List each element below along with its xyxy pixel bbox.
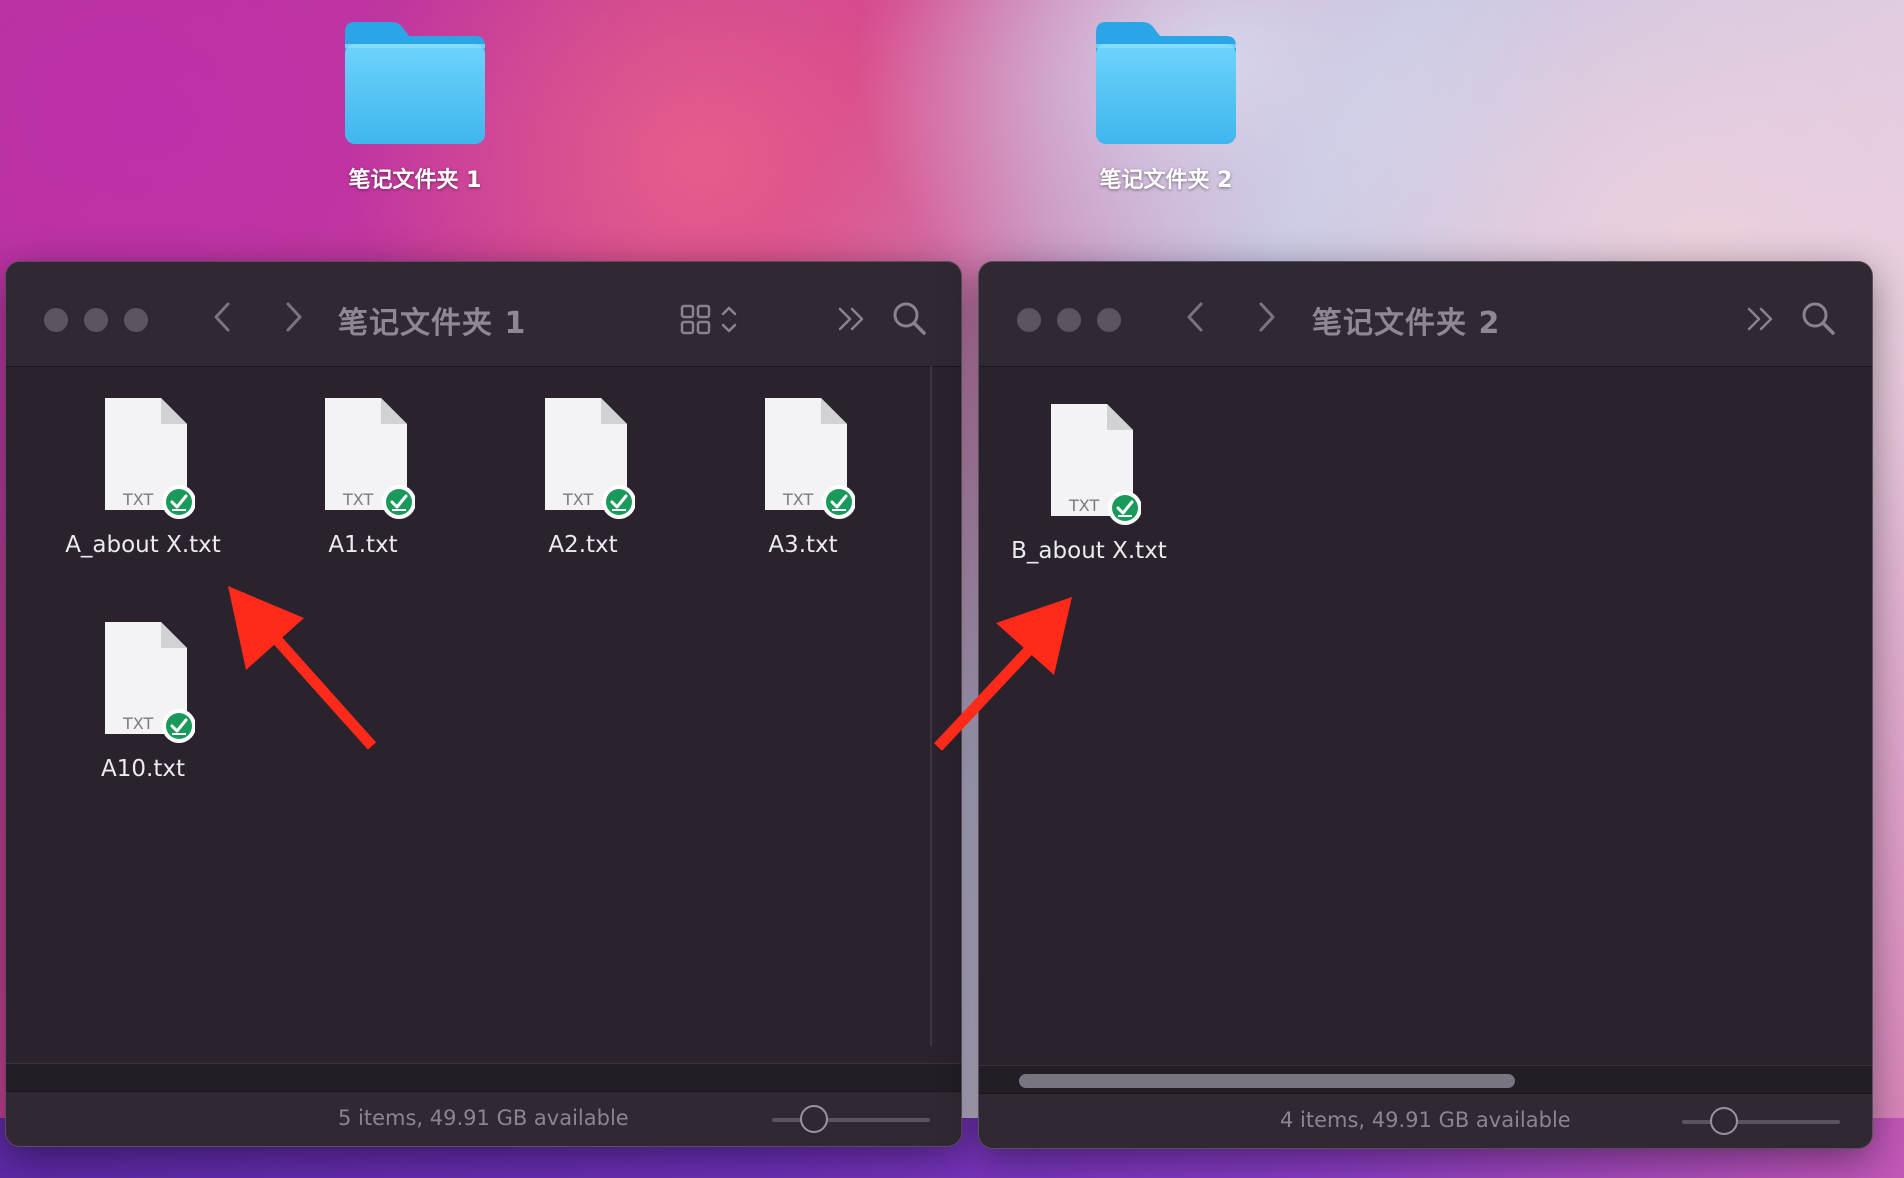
icon-size-slider[interactable]	[1682, 1120, 1840, 1124]
file-name: A1.txt	[328, 532, 398, 558]
search-icon[interactable]	[1797, 294, 1841, 344]
close-button[interactable]	[44, 308, 68, 332]
window-title: 笔记文件夹 2	[1312, 306, 1501, 341]
synced-checkmark-icon	[1108, 491, 1142, 525]
synced-checkmark-icon	[162, 709, 196, 743]
desktop-folder-2[interactable]: 笔记文件夹 2	[1081, 18, 1251, 194]
icon-grid-view-icon[interactable]	[678, 294, 748, 344]
folder-icon	[345, 22, 485, 144]
finder-window-1[interactable]: 笔记文件夹 1 TXT A_about X.txt TXT A1.txt TXT…	[6, 262, 961, 1146]
horizontal-scroll-area[interactable]	[6, 1063, 961, 1092]
file-type-label: TXT	[1069, 496, 1100, 515]
zoom-button[interactable]	[124, 308, 148, 332]
double-chevron-right-icon[interactable]	[1741, 294, 1781, 344]
file-type-label: TXT	[563, 490, 594, 509]
file-item[interactable]: TXT B_about X.txt	[979, 402, 1199, 564]
horizontal-scroll-area[interactable]	[979, 1065, 1872, 1094]
file-item[interactable]: TXT A_about X.txt	[33, 396, 253, 558]
minimize-button[interactable]	[84, 308, 108, 332]
annotation-arrow-left	[228, 586, 377, 750]
file-type-label: TXT	[343, 490, 374, 509]
folder-icon	[1096, 22, 1236, 144]
desktop-folder-label: 笔记文件夹 1	[348, 168, 482, 193]
file-type-label: TXT	[123, 714, 154, 733]
file-name: B_about X.txt	[1011, 538, 1167, 564]
status-bar: 4 items, 49.91 GB available	[979, 1093, 1872, 1148]
file-name: A3.txt	[768, 532, 838, 558]
synced-checkmark-icon	[382, 485, 416, 519]
status-bar: 5 items, 49.91 GB available	[6, 1091, 961, 1146]
chevron-right-icon[interactable]	[1247, 292, 1287, 342]
finder-window-2[interactable]: 笔记文件夹 2 TXT B_about X.txt 4 items, 49.91…	[979, 262, 1872, 1148]
file-item[interactable]: TXT A2.txt	[473, 396, 693, 558]
file-name: A2.txt	[548, 532, 618, 558]
window-toolbar: 笔记文件夹 1	[6, 262, 961, 367]
synced-checkmark-icon	[602, 485, 636, 519]
synced-checkmark-icon	[822, 485, 856, 519]
window-toolbar: 笔记文件夹 2	[979, 262, 1872, 367]
window-title: 笔记文件夹 1	[338, 306, 527, 341]
icon-size-slider-knob[interactable]	[800, 1105, 828, 1133]
file-item[interactable]: TXT A3.txt	[693, 396, 913, 558]
desktop-folder-1[interactable]: 笔记文件夹 1	[330, 18, 500, 194]
icon-size-slider-knob[interactable]	[1710, 1107, 1738, 1135]
file-item[interactable]: TXT A1.txt	[253, 396, 473, 558]
desktop-folder-label: 笔记文件夹 2	[1099, 168, 1233, 193]
status-text: 4 items, 49.91 GB available	[1280, 1108, 1571, 1132]
search-icon[interactable]	[888, 294, 932, 344]
synced-checkmark-icon	[162, 485, 196, 519]
icon-size-slider[interactable]	[772, 1118, 930, 1122]
chevron-left-icon[interactable]	[202, 292, 242, 342]
zoom-button[interactable]	[1097, 308, 1121, 332]
file-type-label: TXT	[123, 490, 154, 509]
annotation-arrow-right	[933, 597, 1072, 751]
close-button[interactable]	[1017, 308, 1041, 332]
file-type-label: TXT	[783, 490, 814, 509]
status-text: 5 items, 49.91 GB available	[338, 1106, 629, 1130]
chevron-left-icon[interactable]	[1175, 292, 1215, 342]
minimize-button[interactable]	[1057, 308, 1081, 332]
horizontal-scroll-thumb[interactable]	[1019, 1074, 1515, 1088]
file-name: A_about X.txt	[65, 532, 221, 558]
chevron-right-icon[interactable]	[274, 292, 314, 342]
double-chevron-right-icon[interactable]	[832, 294, 872, 344]
